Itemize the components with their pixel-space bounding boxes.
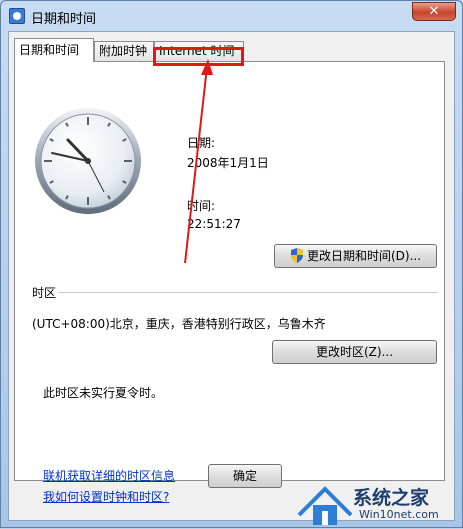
date-time-dialog: 日期和时间 ✕ 日期和时间 附加时钟 Internet 时间 日期: 2008年…	[0, 0, 463, 528]
timezone-value: (UTC+08:00)北京，重庆，香港特别行政区，乌鲁木齐	[32, 317, 326, 331]
time-value: 22:51:27	[187, 217, 241, 231]
timezone-section-label: 时区	[32, 286, 57, 300]
title-bar[interactable]: 日期和时间 ✕	[1, 1, 462, 31]
how-to-set-clock-link[interactable]: 我如何设置时钟和时区?	[43, 488, 169, 505]
ok-button[interactable]: 确定	[208, 464, 282, 488]
window-title: 日期和时间	[31, 12, 97, 27]
online-timezone-info-link[interactable]: 联机获取详细的时区信息	[43, 467, 175, 484]
watermark-brand: 系统之家	[353, 487, 430, 509]
clock-app-icon	[9, 8, 25, 24]
tab-date-time[interactable]: 日期和时间	[14, 38, 94, 62]
change-timezone-button[interactable]: 更改时区(Z)...	[272, 340, 437, 364]
dialog-body: 日期和时间 附加时钟 Internet 时间 日期: 2008年1月1日 时间:…	[8, 31, 455, 521]
change-date-time-button[interactable]: 更改日期和时间(D)...	[274, 244, 437, 268]
date-label: 日期:	[187, 136, 216, 150]
time-label: 时间:	[187, 199, 216, 213]
date-value: 2008年1月1日	[187, 156, 269, 170]
tab-additional-clocks[interactable]: 附加时钟	[94, 41, 154, 61]
timezone-divider	[59, 292, 437, 293]
internet-time-highlight	[153, 47, 244, 66]
site-watermark: 系统之家 Win10net.com	[295, 475, 463, 529]
change-date-time-label: 更改日期和时间(D)...	[306, 249, 422, 263]
watermark-site: Win10net.com	[359, 508, 439, 521]
uac-shield-icon	[290, 248, 303, 263]
tab-page-date-time: 日期: 2008年1月1日 时间: 22:51:27 更改日期和时间(D)...…	[14, 61, 445, 504]
house-logo-icon	[297, 486, 353, 525]
close-button[interactable]: ✕	[412, 2, 456, 21]
analog-clock	[34, 107, 142, 218]
dst-note: 此时区未实行夏令时。	[43, 386, 164, 400]
